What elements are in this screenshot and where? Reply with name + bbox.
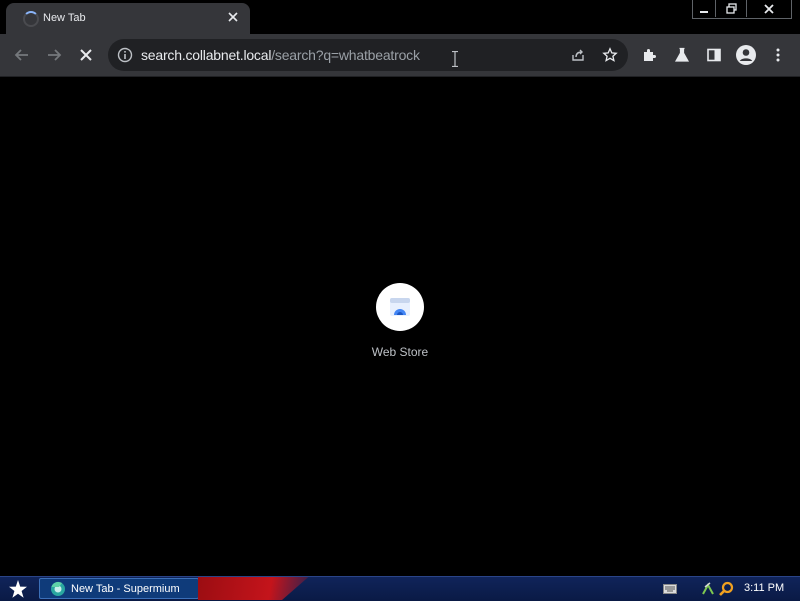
close-icon (228, 12, 238, 22)
side-panel-icon (707, 48, 721, 62)
wallpaper-flag-graphic (198, 577, 309, 600)
close-icon (764, 3, 774, 14)
start-star-icon (9, 580, 27, 598)
extensions-icon (644, 49, 656, 61)
forward-arrow-icon (48, 49, 62, 61)
browser-toolbar: search.collabnet.local/search?q=whatbeat… (0, 34, 800, 77)
network-icon (702, 582, 714, 595)
minimize-icon (700, 10, 708, 13)
extensions-button[interactable] (638, 43, 662, 67)
taskbar: New Tab - Supermium 3:11 PM (0, 576, 800, 601)
tab-title: New Tab (43, 12, 86, 24)
bookmark-star-icon (602, 47, 618, 62)
side-panel-button[interactable] (702, 43, 726, 67)
page-content: Web Store (0, 77, 800, 576)
forward-button[interactable] (42, 43, 66, 67)
tab-close-button[interactable] (224, 8, 242, 26)
profile-icon (736, 45, 756, 65)
search-tray-button[interactable] (718, 581, 734, 597)
labs-button[interactable] (670, 43, 694, 67)
url-host: search.collabnet.local (141, 47, 272, 63)
address-bar[interactable]: search.collabnet.local/search?q=whatbeat… (108, 39, 628, 71)
search-icon (719, 581, 734, 596)
share-button[interactable] (570, 47, 586, 63)
start-button[interactable] (4, 579, 32, 599)
keyboard-tray-button[interactable] (662, 581, 678, 597)
url-text[interactable]: search.collabnet.local/search?q=whatbeat… (141, 47, 420, 63)
back-button[interactable] (10, 43, 34, 67)
taskbar-clock[interactable]: 3:11 PM (744, 582, 784, 594)
labs-flask-icon (674, 47, 690, 62)
back-arrow-icon (14, 49, 28, 61)
taskbar-item-label: New Tab - Supermium (71, 582, 180, 595)
window-controls (692, 0, 792, 19)
window-close-button[interactable] (746, 0, 791, 17)
taskbar-item-browser[interactable]: New Tab - Supermium (39, 578, 199, 599)
bookmark-button[interactable] (602, 47, 618, 63)
restore-button[interactable] (715, 0, 746, 17)
shortcut-label: Web Store (371, 345, 429, 359)
restore-icon (725, 3, 737, 14)
text-cursor-icon (452, 51, 458, 67)
network-tray-button[interactable] (700, 581, 716, 597)
menu-icon (776, 48, 780, 62)
keyboard-icon (663, 584, 677, 594)
tab-new-tab[interactable]: New Tab (6, 3, 250, 34)
url-path: /search?q=whatbeatrock (271, 47, 420, 63)
profile-button[interactable] (734, 43, 758, 67)
stop-icon (80, 49, 92, 61)
loading-spinner-icon (23, 11, 39, 27)
menu-button[interactable] (766, 43, 790, 67)
web-store-icon (390, 298, 410, 316)
site-info-button[interactable] (117, 47, 133, 63)
supermium-app-icon (51, 581, 65, 596)
title-bar: New Tab (0, 0, 800, 34)
share-icon (572, 49, 584, 61)
stop-button[interactable] (74, 43, 98, 67)
site-info-icon (117, 47, 133, 63)
shortcut-web-store[interactable]: Web Store (360, 283, 440, 359)
shortcut-icon-circle (376, 283, 424, 331)
minimize-button[interactable] (693, 0, 715, 17)
